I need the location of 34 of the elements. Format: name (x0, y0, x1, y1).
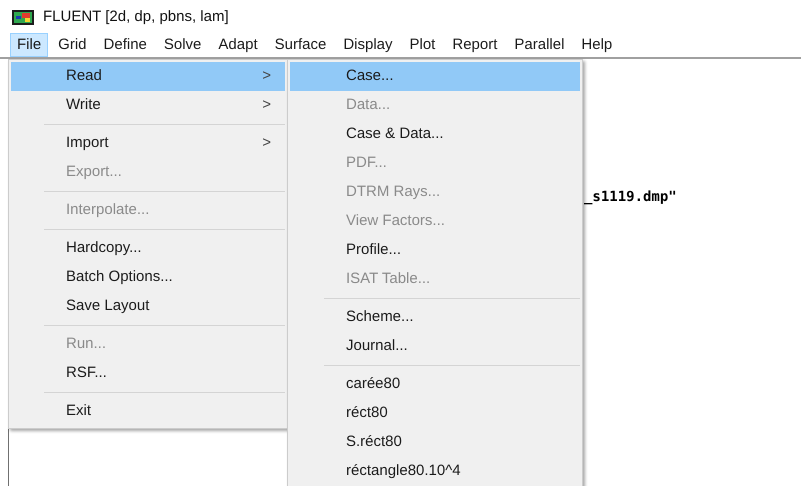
app-logo-icon (12, 10, 34, 24)
submenu-arrow: > (262, 133, 271, 154)
menu-item[interactable]: S.réct80 (290, 428, 580, 457)
menu-item[interactable]: Exit (11, 397, 285, 426)
menu-item[interactable]: Profile... (290, 236, 580, 265)
console-text: _s1119.dmp" (584, 189, 677, 205)
menu-bar-item[interactable]: Define (96, 33, 154, 57)
menu-item[interactable]: carée80 (290, 370, 580, 399)
menu-bar-item[interactable]: Grid (51, 33, 94, 57)
menu-bar-item[interactable]: File (10, 33, 48, 57)
menu-item[interactable]: Scheme... (290, 303, 580, 332)
menu-item[interactable]: Read > (11, 62, 285, 91)
menu-item[interactable]: Import > (11, 129, 285, 158)
menu-bar-item[interactable]: Adapt (211, 33, 265, 57)
menu-item[interactable]: Journal... (290, 332, 580, 361)
menu-bar-item[interactable]: Parallel (507, 33, 572, 57)
menu-item[interactable]: Save Layout (11, 292, 285, 321)
menu-bar-item[interactable]: Report (445, 33, 504, 57)
window-title: FLUENT [2d, dp, pbns, lam] (43, 6, 229, 27)
menu-bar-item[interactable]: Help (574, 33, 620, 57)
menu-item[interactable]: Case... (290, 62, 580, 91)
menu-item[interactable]: réctangle80.10^4 (290, 457, 580, 486)
menu-bar-item[interactable]: Solve (156, 33, 208, 57)
menu-item[interactable]: Batch Options... (11, 263, 285, 292)
menu-bar-item[interactable]: Display (336, 33, 400, 57)
menu-item[interactable]: Hardcopy... (11, 234, 285, 263)
menu-bar-item[interactable]: Surface (268, 33, 334, 57)
menu-bar-item[interactable]: Plot (402, 33, 442, 57)
menu-item[interactable]: Write > (11, 91, 285, 120)
menu-item[interactable]: RSF... (11, 359, 285, 388)
submenu-arrow: > (262, 66, 271, 86)
menu-item[interactable]: Case & Data... (290, 120, 580, 149)
menu-item[interactable]: réct80 (290, 399, 580, 428)
submenu-arrow: > (262, 95, 271, 116)
